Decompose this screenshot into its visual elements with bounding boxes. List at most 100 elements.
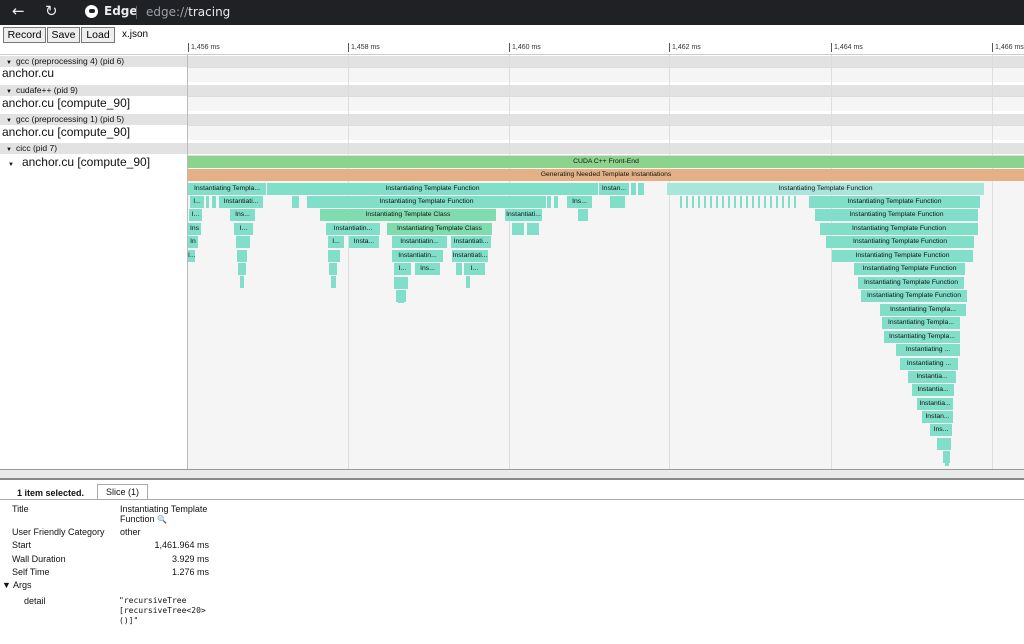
trace-slice[interactable]: I...	[234, 223, 253, 235]
trace-slice[interactable]: Instantiating Template Function	[809, 196, 980, 208]
trace-slice[interactable]	[527, 223, 539, 235]
collapse-triangle-icon[interactable]: ▼	[6, 147, 12, 153]
trace-slice[interactable]: Instantiati...	[219, 196, 263, 208]
trace-slice[interactable]: I...	[328, 236, 344, 248]
trace-slice[interactable]	[206, 196, 209, 208]
tab-slice[interactable]: Slice (1)	[97, 484, 149, 499]
trace-slice[interactable]: Instantiating Template Function	[826, 236, 974, 248]
trace-slice[interactable]: Instantiating Template Function	[832, 250, 973, 262]
trace-slice[interactable]: Instantiati...	[505, 209, 542, 221]
trace-slice[interactable]	[512, 223, 524, 235]
trace-slice[interactable]: Instantiatin...	[326, 223, 380, 235]
trace-slice[interactable]: CUDA C++ Front-End	[188, 156, 1024, 168]
trace-slice[interactable]: Instantia...	[908, 371, 956, 383]
trace-slice[interactable]: Instantiating Templa...	[884, 331, 960, 343]
self-time-value: 1.276 ms	[171, 567, 209, 577]
trace-slice[interactable]: I...	[189, 209, 202, 221]
trace-slice[interactable]: Generating Needed Template Instantiation…	[188, 169, 1024, 181]
trace-slice[interactable]: Instan...	[599, 183, 629, 195]
trace-slice[interactable]: Instantiating Template Function	[854, 263, 965, 275]
trace-slice[interactable]	[236, 236, 250, 248]
trace-slice[interactable]: Instantiating Template Class	[387, 223, 492, 235]
trace-slice[interactable]: I...	[188, 250, 195, 262]
process-header[interactable]: ▼ gcc (preprocessing 4) (pid 6)	[0, 55, 1024, 67]
trace-slice[interactable]	[945, 460, 949, 466]
trace-slice[interactable]: Instan...	[922, 411, 953, 423]
trace-slice[interactable]: Instantiating Template Function	[815, 209, 978, 221]
load-button[interactable]: Load	[81, 27, 115, 43]
search-icon[interactable]: 🔍	[157, 515, 167, 524]
trace-slice[interactable]: Instantiating ...	[900, 358, 958, 370]
reload-icon[interactable]: ↻	[45, 2, 58, 20]
trace-slice[interactable]: In	[188, 236, 198, 248]
trace-slice[interactable]: Instantiating Template Class	[320, 209, 496, 221]
trace-slice[interactable]: Instantiating Template Function	[307, 196, 546, 208]
trace-slice[interactable]: Ins...	[230, 209, 255, 221]
trace-slice[interactable]: Instantiati...	[451, 236, 491, 248]
process-header[interactable]: ▼ cudafe++ (pid 9)	[0, 84, 1024, 96]
detail-value: "recursiveTree [recursiveTree<20> ()]"	[119, 596, 206, 625]
collapse-triangle-icon[interactable]: ▼	[6, 118, 12, 124]
args-toggle[interactable]: ▼ Args	[2, 580, 31, 590]
trace-slice[interactable]: Instantiating Template Function	[858, 277, 964, 289]
trace-slice[interactable]	[937, 438, 951, 450]
trace-slice[interactable]: Instantiatin...	[392, 250, 443, 262]
trace-slice[interactable]	[212, 196, 216, 208]
trace-slice[interactable]: I...	[394, 263, 411, 275]
trace-slice[interactable]	[240, 276, 244, 288]
trace-slice[interactable]: Ins...	[415, 263, 440, 275]
trace-slice-selected[interactable]: Instantiating Template Function	[667, 183, 984, 195]
trace-slice[interactable]	[328, 250, 340, 262]
back-arrow-icon[interactable]: ←	[12, 2, 25, 20]
trace-slice[interactable]: Instantia...	[912, 384, 954, 396]
time-ruler[interactable]: 1,456 ms 1,458 ms 1,460 ms 1,462 ms 1,46…	[0, 43, 1024, 55]
trace-slice[interactable]: Instantiating Templa...	[880, 304, 966, 316]
trace-slice[interactable]	[631, 183, 636, 195]
trace-slice[interactable]	[456, 263, 462, 275]
trace-slice[interactable]	[237, 250, 247, 262]
trace-slice[interactable]	[547, 196, 551, 208]
record-button[interactable]: Record	[3, 27, 46, 43]
trace-slice[interactable]: Ins...	[930, 424, 952, 436]
trace-slice[interactable]	[610, 196, 625, 208]
trace-slice[interactable]: Instantiatin...	[392, 236, 447, 248]
trace-slice[interactable]	[292, 196, 299, 208]
trace-slice[interactable]	[638, 183, 644, 195]
trace-slice[interactable]	[329, 263, 337, 275]
address-bar[interactable]: edge://tracing	[146, 5, 230, 19]
trace-slice[interactable]	[578, 209, 588, 221]
collapse-triangle-icon[interactable]: ▼	[6, 89, 12, 95]
process-header[interactable]: ▼ gcc (preprocessing 1) (pid 5)	[0, 113, 1024, 125]
trace-slice[interactable]	[398, 291, 404, 303]
divider	[136, 6, 137, 19]
collapse-triangle-icon[interactable]: ▼	[8, 162, 14, 168]
trace-slice[interactable]: Ins	[188, 223, 201, 235]
trace-slice[interactable]: Instantiati...	[452, 250, 488, 262]
trace-slice[interactable]: Instantia...	[917, 398, 953, 410]
trace-slice[interactable]	[331, 276, 336, 288]
trace-slice[interactable]: I...	[464, 263, 485, 275]
save-button[interactable]: Save	[47, 27, 80, 43]
process-header[interactable]: ▼ cicc (pid 7)	[0, 142, 1024, 154]
trace-slice[interactable]	[466, 276, 470, 288]
trace-slice[interactable]: Instantiating Template Function	[861, 290, 967, 302]
trace-slice[interactable]: Instantiating ...	[896, 344, 960, 356]
divider	[0, 499, 1024, 500]
grid-line	[509, 55, 510, 469]
analysis-panel: 1 item selected. Slice (1) Title Instant…	[0, 478, 1024, 644]
thread-name: anchor.cu [compute_90]	[21, 155, 151, 169]
trace-slice[interactable]: I...	[190, 196, 204, 208]
start-value: 1,461.964 ms	[154, 540, 209, 550]
expand-triangle-icon[interactable]: ▼	[2, 580, 11, 590]
trace-slice[interactable]: Instantiating Templa...	[882, 317, 960, 329]
edge-logo-icon	[85, 5, 98, 18]
trace-slice[interactable]: Insta...	[349, 236, 379, 248]
trace-slice[interactable]: Instantiating Templa...	[188, 183, 266, 195]
trace-slice[interactable]: Ins...	[567, 196, 592, 208]
trace-slice[interactable]: Instantiating Template Function	[820, 223, 978, 235]
trace-slice[interactable]	[238, 263, 246, 275]
trace-slice[interactable]	[554, 196, 558, 208]
trace-slice[interactable]	[394, 277, 408, 289]
trace-tracks[interactable]: ▼ gcc (preprocessing 4) (pid 6) anchor.cu…	[0, 55, 1024, 469]
trace-slice[interactable]: Instantiating Template Function	[267, 183, 598, 195]
